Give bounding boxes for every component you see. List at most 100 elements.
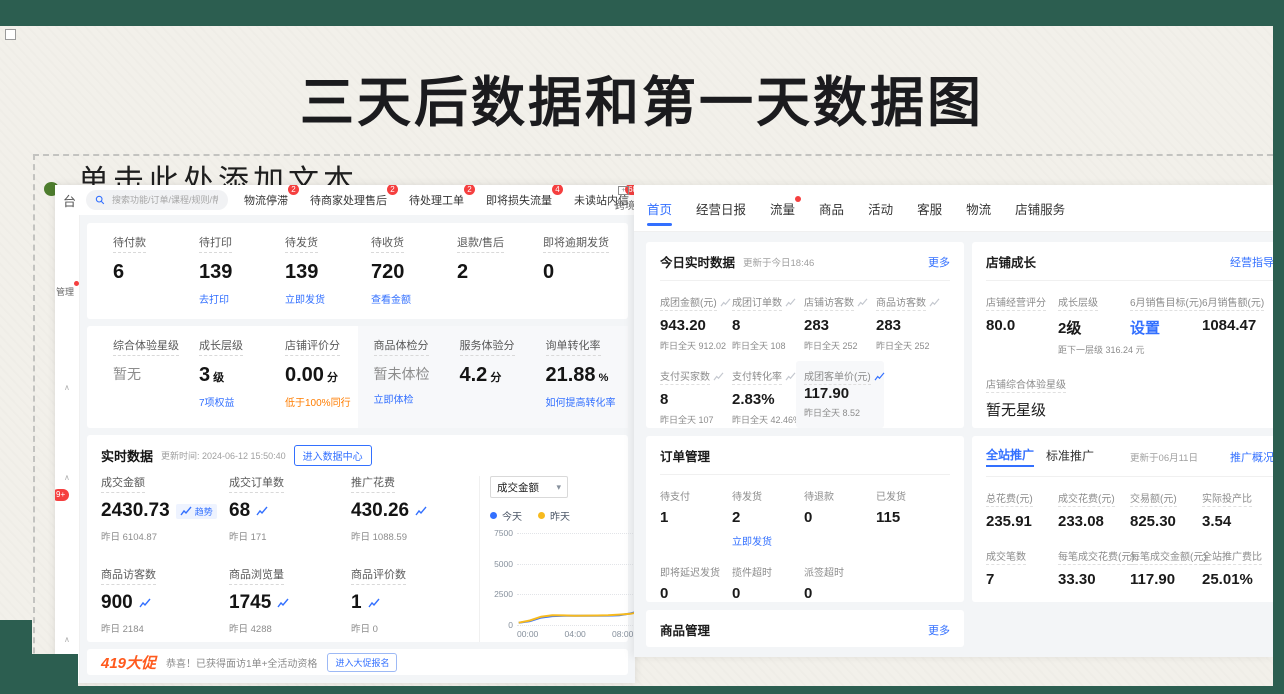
trend-icon[interactable] — [368, 598, 380, 608]
left-dashboard-screenshot: 台 物流停滞 2 待商家处理售后 2 待处理工单 — [55, 185, 635, 683]
trend-chart-block: 成交金额 ▾ 今天 昨天 — [479, 476, 635, 642]
trend-icon[interactable] — [256, 506, 268, 516]
nav-traffic[interactable]: 流量 — [770, 199, 795, 218]
promotion-overview-link[interactable]: 推广概况 — [1230, 449, 1273, 465]
todo-metric: 待打印 139 去打印 — [199, 236, 285, 319]
nav-daily-report[interactable]: 经营日报 — [696, 199, 746, 218]
tab-standard-promotion[interactable]: 标准推广 — [1046, 447, 1094, 466]
trend-icon[interactable] — [713, 372, 724, 381]
growth-metric: 店铺经营评分 80.0 — [986, 294, 1058, 356]
nav-shop-services[interactable]: 店铺服务 — [1015, 199, 1065, 218]
business-guide-link[interactable]: 经营指导 — [1230, 254, 1273, 270]
promotion-metric: 全站推广费比 25.01% — [1202, 548, 1273, 588]
sidebar-badge: 9+ — [55, 489, 69, 501]
nav-logistics[interactable]: 物流 — [966, 199, 991, 218]
trend-icon[interactable] — [857, 298, 868, 307]
ship-now-link[interactable]: 立即发货 — [732, 533, 772, 548]
canvas-edge-right — [1273, 0, 1284, 694]
realtime-updated: 更新时间: 2024-06-12 15:50:40 — [161, 449, 286, 462]
tab-pending-aftersale[interactable]: 待商家处理售后 2 — [310, 192, 387, 208]
todo-metric: 待收货 720 查看金额 — [371, 236, 457, 319]
improve-conversion-link[interactable]: 如何提高转化率 — [546, 394, 616, 409]
window-icon[interactable]: + — [618, 186, 629, 195]
score-metric: 成长层级 3级 7项权益 — [199, 339, 285, 428]
realtime-metric: 成交订单数 68 昨日 171 — [229, 476, 351, 550]
rights-link[interactable]: 7项权益 — [199, 394, 235, 409]
score-card: 综合体验星级 暂无 成长层级 3级 7项权益 店铺评价分 0.00分 低于100… — [87, 326, 628, 428]
right-dashboard-screenshot: 首页 经营日报 流量 商品 活动 客服 物流 店铺服务 今日实时数据 更新于今日… — [634, 185, 1273, 657]
realtime-metric: 商品评价数 1 昨日 0 — [351, 568, 473, 642]
below-peers-link[interactable]: 低于100%同行 — [285, 394, 351, 409]
right-main-content: 今日实时数据 更新于今日18:46 更多 成团金额(元) 943.20 昨日全天… — [634, 232, 1273, 657]
ship-now-link[interactable]: 立即发货 — [285, 291, 325, 306]
trend-icon[interactable] — [720, 298, 731, 307]
right-nav: 首页 经营日报 流量 商品 活动 客服 物流 店铺服务 — [634, 185, 1273, 232]
more-link[interactable]: 更多 — [928, 254, 950, 270]
promotion-card: 全站推广 标准推广 更新于06月11日 推广概况 总花费(元) 235.91 成… — [972, 436, 1273, 602]
left-main-content: 待付款 6 待打印 139 去打印 待发货 139 立即发货 — [80, 215, 635, 683]
chevron-up-icon[interactable]: ∧ — [64, 635, 70, 644]
badge-count: 2 — [288, 185, 299, 195]
today-metric: 支付买家数 8 昨日全天 107 — [660, 368, 732, 428]
topbar-corner-fragment: + 跨境 — [615, 186, 635, 212]
data-center-button[interactable]: 进入数据中心 — [294, 445, 372, 466]
badge-count: 2 — [387, 185, 398, 195]
search-input[interactable] — [110, 194, 220, 206]
view-amount-link[interactable]: 查看金额 — [371, 291, 411, 306]
trend-icon[interactable] — [415, 506, 427, 516]
order-management-card: 订单管理 待支付 1 待发货 2 立即发货 待退款 — [646, 436, 964, 602]
promo-button[interactable]: 进入大促报名 — [327, 653, 397, 672]
trend-icon[interactable] — [785, 372, 796, 381]
promotion-metric: 成交花费(元) 233.08 — [1058, 490, 1130, 530]
canvas-edge-bottom-left — [0, 654, 78, 694]
nav-goods[interactable]: 商品 — [819, 199, 844, 218]
trend-icon[interactable] — [277, 598, 289, 608]
realtime-metric: 推广花费 430.26 昨日 1088.59 — [351, 476, 473, 550]
tab-pending-ticket[interactable]: 待处理工单 2 — [409, 192, 464, 208]
slide-corner-handle[interactable] — [5, 29, 16, 40]
nav-home[interactable]: 首页 — [647, 199, 672, 218]
legend-yesterday[interactable]: 昨天 — [538, 508, 570, 523]
chevron-up-icon[interactable]: ∧ — [64, 473, 70, 482]
order-metric: 待发货 2 立即发货 — [732, 488, 804, 548]
trend-icon[interactable] — [929, 298, 940, 307]
search-input-wrap[interactable] — [86, 190, 228, 210]
notification-dot — [795, 196, 801, 202]
nav-service[interactable]: 客服 — [917, 199, 942, 218]
metric-select[interactable]: 成交金额 ▾ — [490, 476, 568, 498]
notification-dot — [74, 281, 79, 286]
more-link[interactable]: 更多 — [928, 622, 950, 638]
growth-metric: 6月销售目标(元) 设置 — [1130, 294, 1202, 356]
trend-icon[interactable] — [874, 372, 885, 381]
tab-logistics-stalled[interactable]: 物流停滞 2 — [244, 192, 288, 208]
today-metric-highlight: 成团客单价(元) 117.90 昨日全天 8.52 — [804, 368, 884, 428]
tab-traffic-loss[interactable]: 即将损失流量 4 — [486, 192, 552, 208]
realtime-card: 实时数据 更新时间: 2024-06-12 15:50:40 进入数据中心 成交… — [87, 435, 628, 642]
order-metric: 即将延迟发货 0 — [660, 564, 732, 602]
realtime-metrics: 成交金额 2430.73 趋势 昨日 6104.87 成交订单数 — [101, 476, 473, 642]
set-target-link[interactable]: 设置 — [1130, 317, 1202, 338]
trend-chip[interactable]: 趋势 — [176, 504, 217, 519]
nav-activity[interactable]: 活动 — [868, 199, 893, 218]
check-now-link[interactable]: 立即体检 — [374, 391, 414, 406]
canvas-edge-top — [0, 0, 1284, 26]
legend-today[interactable]: 今天 — [490, 508, 522, 523]
promotion-metric: 成交笔数 7 — [986, 548, 1058, 588]
promo-banner: 419大促 恭喜！已获得面访1单+全活动资格 进入大促报名 — [87, 649, 628, 675]
todo-metric: 退款/售后 2 — [457, 236, 543, 319]
today-metric: 成团订单数 8 昨日全天 108 — [732, 294, 804, 352]
go-print-link[interactable]: 去打印 — [199, 291, 229, 306]
trend-icon[interactable] — [139, 598, 151, 608]
order-metric: 派签超时 0 — [804, 564, 876, 602]
tab-sitewide-promotion[interactable]: 全站推广 — [986, 446, 1034, 467]
trend-icon[interactable] — [785, 298, 796, 307]
promo-text: 恭喜！已获得面访1单+全活动资格 — [166, 655, 317, 670]
left-sidebar-strip: 管理 ∧ ∧ 9+ ∧ — [55, 215, 80, 683]
todo-metric: 即将逾期发货 0 — [543, 236, 629, 319]
today-metric: 成团金额(元) 943.20 昨日全天 912.02 — [660, 294, 732, 352]
chevron-up-icon[interactable]: ∧ — [64, 383, 70, 392]
realtime-metric: 商品浏览量 1745 昨日 4288 — [229, 568, 351, 642]
page-title: 三天后数据和第一天数据图 — [0, 58, 1284, 137]
order-metric: 待支付 1 — [660, 488, 732, 548]
sidebar-item-manage[interactable]: 管理 — [56, 285, 74, 298]
